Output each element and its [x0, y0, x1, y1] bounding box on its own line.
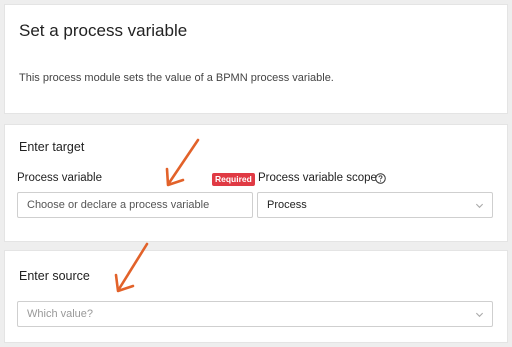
chevron-down-icon [475, 312, 484, 318]
process-variable-scope-select[interactable]: Process [257, 192, 493, 218]
process-variable-input[interactable]: Choose or declare a process variable [17, 192, 253, 218]
page-description: This process module sets the value of a … [19, 72, 334, 84]
scope-select-value: Process [267, 199, 307, 211]
enter-source-card: Enter source Which value? [4, 250, 508, 343]
question-circle-icon[interactable] [375, 173, 386, 184]
source-value-placeholder: Which value? [27, 308, 94, 320]
enter-target-title: Enter target [19, 140, 85, 154]
process-variable-scope-label: Process variable scope [258, 172, 377, 184]
enter-target-card: Enter target Process variable Required P… [4, 124, 508, 242]
chevron-down-icon [475, 203, 484, 209]
header-accent [5, 23, 8, 43]
source-value-select[interactable]: Which value? [17, 301, 493, 327]
enter-source-title: Enter source [19, 269, 90, 283]
process-variable-label: Process variable [17, 172, 103, 184]
header-card: Set a process variable This process modu… [4, 4, 508, 114]
required-badge: Required [212, 173, 255, 186]
page-title: Set a process variable [19, 21, 188, 40]
